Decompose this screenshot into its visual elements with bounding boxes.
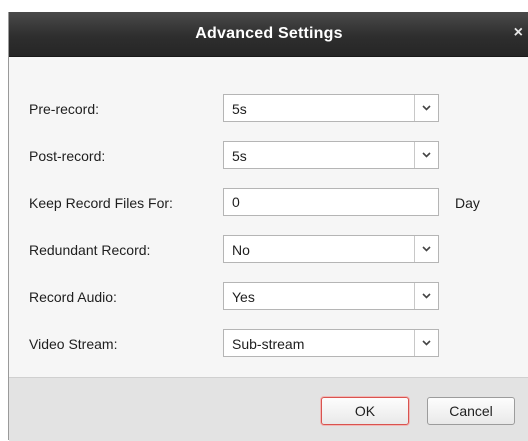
video-stream-value: Sub-stream — [232, 336, 305, 352]
chevron-down-icon[interactable] — [414, 236, 438, 262]
postrecord-value: 5s — [232, 148, 247, 164]
video-stream-row: Video Stream: Sub-stream — [9, 329, 528, 359]
keep-record-label: Keep Record Files For: — [29, 195, 173, 211]
keep-record-unit: Day — [455, 195, 480, 211]
ok-button[interactable]: OK — [321, 397, 409, 425]
settings-form: Pre-record: 5s Post-record: 5s Keep Reco… — [9, 57, 528, 377]
redundant-record-select[interactable]: No — [223, 235, 439, 263]
dialog-footer: OK Cancel — [9, 377, 528, 441]
keep-record-days-input[interactable] — [223, 188, 439, 216]
chevron-down-icon[interactable] — [414, 283, 438, 309]
redundant-record-value: No — [232, 242, 250, 258]
record-audio-row: Record Audio: Yes — [9, 282, 528, 312]
video-stream-label: Video Stream: — [29, 336, 118, 352]
dialog-title: Advanced Settings — [195, 25, 343, 42]
record-audio-select[interactable]: Yes — [223, 282, 439, 310]
dialog-titlebar: Advanced Settings × — [9, 12, 528, 57]
prerecord-select[interactable]: 5s — [223, 94, 439, 122]
advanced-settings-dialog: Advanced Settings × Pre-record: 5s Post-… — [8, 12, 528, 441]
chevron-down-icon[interactable] — [414, 330, 438, 356]
redundant-record-label: Redundant Record: — [29, 242, 151, 258]
postrecord-row: Post-record: 5s — [9, 141, 528, 171]
cancel-button[interactable]: Cancel — [427, 397, 515, 425]
prerecord-row: Pre-record: 5s — [9, 94, 528, 124]
video-stream-select[interactable]: Sub-stream — [223, 329, 439, 357]
keep-record-row: Keep Record Files For: Day — [9, 188, 528, 218]
close-icon[interactable]: × — [514, 24, 523, 42]
postrecord-select[interactable]: 5s — [223, 141, 439, 169]
chevron-down-icon[interactable] — [414, 142, 438, 168]
record-audio-label: Record Audio: — [29, 289, 117, 305]
postrecord-label: Post-record: — [29, 148, 106, 164]
redundant-record-row: Redundant Record: No — [9, 235, 528, 265]
chevron-down-icon[interactable] — [414, 95, 438, 121]
prerecord-value: 5s — [232, 101, 247, 117]
record-audio-value: Yes — [232, 289, 255, 305]
prerecord-label: Pre-record: — [29, 101, 100, 117]
